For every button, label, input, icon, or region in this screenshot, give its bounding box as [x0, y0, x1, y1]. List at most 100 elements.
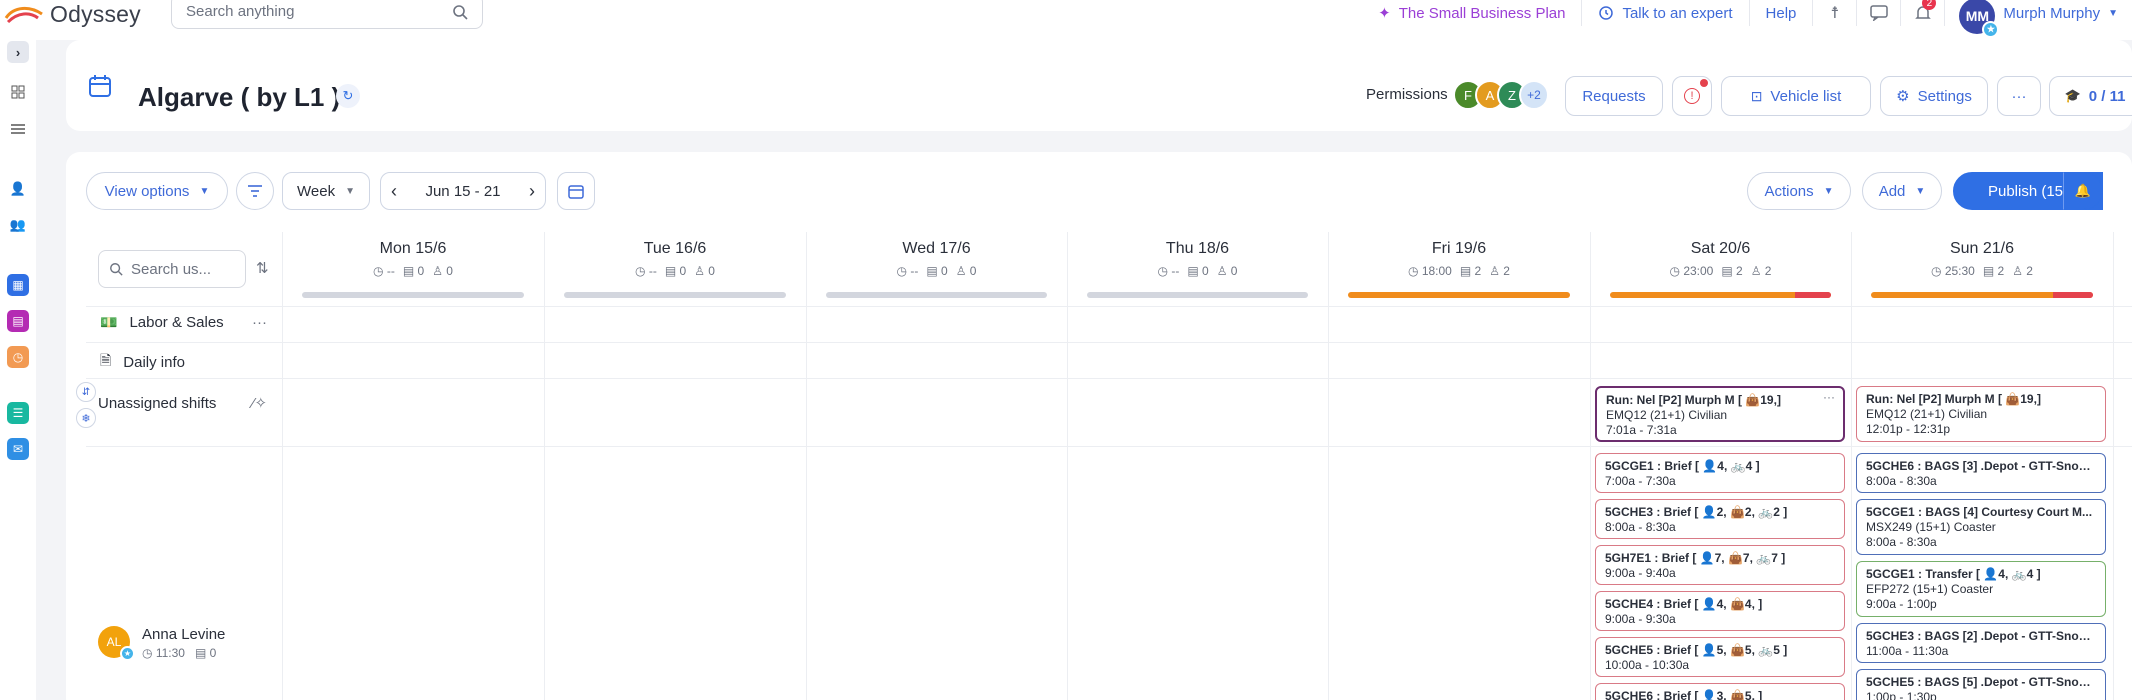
- employee-name[interactable]: Anna Levine: [142, 626, 225, 643]
- rail-users[interactable]: 👥: [7, 214, 29, 236]
- training-counter: 0 / 11: [2088, 87, 2126, 105]
- shift-time: 9:00a - 9:40a: [1605, 566, 1676, 580]
- expand-sidebar-button[interactable]: ›: [7, 41, 29, 63]
- previous-week-button[interactable]: ‹: [391, 181, 397, 202]
- settings-button[interactable]: ⚙ Settings: [1880, 76, 1988, 116]
- shift-time: 11:00a - 11:30a: [1866, 644, 1949, 658]
- shift-card[interactable]: Run: Nel [P2] Murph M [ 👜19,] EMQ12 (21+…: [1856, 386, 2106, 442]
- filter-button[interactable]: [236, 172, 274, 210]
- training-counter-button[interactable]: 🎓 0 / 11: [2049, 76, 2132, 116]
- day-name: Sun 21/6: [1949, 240, 2015, 257]
- calendar-icon: [89, 75, 111, 97]
- requests-button[interactable]: Requests: [1565, 76, 1663, 116]
- shift-time: 9:00a - 9:30a: [1605, 612, 1676, 626]
- rail-messages[interactable]: ✉: [7, 438, 29, 460]
- alert-button[interactable]: !: [1672, 76, 1712, 116]
- vehicle-list-button[interactable]: ⊡ Vehicle list: [1721, 76, 1871, 116]
- grid-icon: [11, 85, 25, 99]
- shift-card[interactable]: 5GCHE3 : BAGS [2] .Depot - GTT-Snow... 1…: [1856, 623, 2106, 663]
- rail-schedule[interactable]: ▦: [7, 274, 29, 296]
- refresh-icon[interactable]: ↻: [336, 84, 360, 108]
- day-header[interactable]: Wed 17/6 ◷ -- ▤ 0 ♙ 0: [806, 232, 1067, 304]
- chat-bubbles-icon: ☰: [12, 406, 24, 420]
- app-name: Odyssey: [50, 0, 141, 27]
- accessibility-button[interactable]: ☨: [1813, 0, 1858, 26]
- collapse-button[interactable]: ⇵: [76, 382, 96, 402]
- magic-wand-icon[interactable]: ⁄✧: [252, 394, 267, 412]
- day-header[interactable]: Fri 19/6 ◷ 18:00 ▤ 2 ♙ 2: [1328, 232, 1590, 304]
- shift-card[interactable]: 5GCHE6 : BAGS [3] .Depot - GTT-Snow... 8…: [1856, 453, 2106, 493]
- global-search-input[interactable]: Search anything: [171, 0, 483, 29]
- shift-subtitle: EMQ12 (21+1) Civilian: [1606, 408, 1728, 422]
- day-header[interactable]: Thu 18/6 ◷ -- ▤ 0 ♙ 0: [1067, 232, 1328, 304]
- notification-count-badge: 2: [1922, 0, 1937, 10]
- day-header[interactable]: Mon 15/6 ◷ -- ▤ 0 ♙ 0: [282, 232, 544, 304]
- user-icon: 👤: [9, 181, 27, 196]
- chat-button[interactable]: [1857, 0, 1902, 26]
- more-options-button[interactable]: ···: [1997, 76, 2041, 116]
- vehicle-list-label: Vehicle list: [1770, 87, 1842, 105]
- employee-stats: ◷ 11:30 ▤ 0: [142, 646, 217, 660]
- shift-card[interactable]: 5GH7E1 : Brief [ 👤7, 👜7, 🚲7 ] 9:00a - 9:…: [1595, 545, 1845, 585]
- day-header[interactable]: Sun 21/6 ◷ 25:30 ▤ 2 ♙ 2: [1851, 232, 2113, 304]
- labor-sales-row[interactable]: 💵 Labor & Sales: [100, 314, 224, 331]
- help-link[interactable]: Help: [1750, 0, 1814, 26]
- search-users-input[interactable]: Search us...: [98, 250, 246, 288]
- ellipsis-icon[interactable]: ···: [252, 314, 267, 331]
- notifications-button[interactable]: 2: [1901, 0, 1946, 26]
- search-users-placeholder: Search us...: [131, 260, 212, 278]
- shift-card[interactable]: 5GCHE5 : Brief [ 👤5, 👜5, 🚲5 ] 10:00a - 1…: [1595, 637, 1845, 677]
- date-range-navigator[interactable]: ‹ Jun 15 - 21 ›: [380, 172, 546, 210]
- top-bar: Odyssey Search anything ✦ The Small Busi…: [0, 0, 2132, 40]
- rail-timeclock[interactable]: ◷: [7, 346, 29, 368]
- shift-title: 5GCGE1 : BAGS [4] Courtesy Court M...: [1866, 505, 2093, 519]
- user-avatar: MM ★: [1959, 0, 2000, 38]
- shift-card[interactable]: 5GCHE4 : Brief [ 👤4, 👜4, ] 9:00a - 9:30a: [1595, 591, 1845, 631]
- next-week-button[interactable]: ›: [529, 181, 535, 202]
- date-picker-button[interactable]: [557, 172, 595, 210]
- day-header[interactable]: Tue 16/6 ◷ -- ▤ 0 ♙ 0: [544, 232, 806, 304]
- shift-card[interactable]: 5GCHE5 : BAGS [5] .Depot - GTT-Snow... 1…: [1856, 669, 2106, 700]
- ellipsis-icon[interactable]: ···: [1823, 390, 1835, 405]
- user-menu[interactable]: MM ★ Murph Murphy ▼: [1945, 0, 2132, 38]
- rail-list[interactable]: [7, 118, 29, 140]
- shift-card[interactable]: 5GCGE1 : Transfer [ 👤4, 🚲4 ] EFP272 (15+…: [1856, 561, 2106, 617]
- day-stats: ◷ -- ▤ 0 ♙ 0: [896, 264, 977, 278]
- plan-link[interactable]: ✦ The Small Business Plan: [1362, 0, 1583, 26]
- rail-chat[interactable]: ☰: [7, 402, 29, 424]
- message-icon: ✉: [12, 442, 24, 456]
- page-title: Algarve ( by L1 ): [138, 82, 341, 112]
- day-header[interactable]: Sat 20/6 ◷ 23:00 ▤ 2 ♙ 2: [1590, 232, 1851, 304]
- search-placeholder: Search anything: [186, 3, 295, 20]
- daily-info-row[interactable]: 🗎 Daily info: [100, 350, 185, 374]
- permission-avatars[interactable]: F A Z +2: [1453, 80, 1549, 110]
- info-alert-icon: !: [1684, 88, 1700, 104]
- caret-down-icon: ▼: [1823, 185, 1834, 197]
- avatar[interactable]: AL ★: [98, 626, 135, 661]
- expert-label: Talk to an expert: [1622, 4, 1733, 22]
- day-coverage-bar: [1087, 292, 1308, 298]
- rail-dashboard[interactable]: [7, 81, 29, 103]
- actions-dropdown[interactable]: Actions ▼: [1747, 172, 1851, 210]
- freeze-button[interactable]: ❄: [76, 408, 96, 428]
- shift-card[interactable]: 5GCHE6 : Brief [ 👤3, 👜5, ]: [1595, 683, 1845, 700]
- shift-card[interactable]: 5GCGE1 : BAGS [4] Courtesy Court M... MS…: [1856, 499, 2106, 555]
- shift-time: 7:01a - 7:31a: [1606, 423, 1677, 437]
- rail-tasks[interactable]: ▤: [7, 310, 29, 332]
- sort-icon[interactable]: ⇅: [256, 259, 269, 277]
- app-logo[interactable]: Odyssey: [4, 0, 141, 28]
- add-dropdown[interactable]: Add ▼: [1862, 172, 1942, 210]
- shift-card-selected[interactable]: Run: Nel [P2] Murph M [ 👜19,] EMQ12 (21+…: [1595, 386, 1845, 442]
- week-select[interactable]: Week ▼: [282, 172, 370, 210]
- unassigned-shifts-row[interactable]: Unassigned shifts: [98, 395, 216, 412]
- day-stats: ◷ -- ▤ 0 ♙ 0: [635, 264, 715, 278]
- shift-card[interactable]: 5GCHE3 : Brief [ 👤2, 👜2, 🚲2 ] 8:00a - 8:…: [1595, 499, 1845, 539]
- view-options-dropdown[interactable]: View options ▼: [86, 172, 228, 210]
- publish-notify-button[interactable]: 🔔: [2063, 172, 2103, 210]
- filter-icon: [248, 185, 262, 197]
- clock-refresh-icon: [1599, 6, 1614, 20]
- day-name: Wed 17/6: [902, 240, 971, 257]
- rail-user[interactable]: 👤: [7, 178, 29, 200]
- talk-to-expert-link[interactable]: Talk to an expert: [1582, 0, 1750, 26]
- shift-card[interactable]: 5GCGE1 : Brief [ 👤4, 🚲4 ] 7:00a - 7:30a: [1595, 453, 1845, 493]
